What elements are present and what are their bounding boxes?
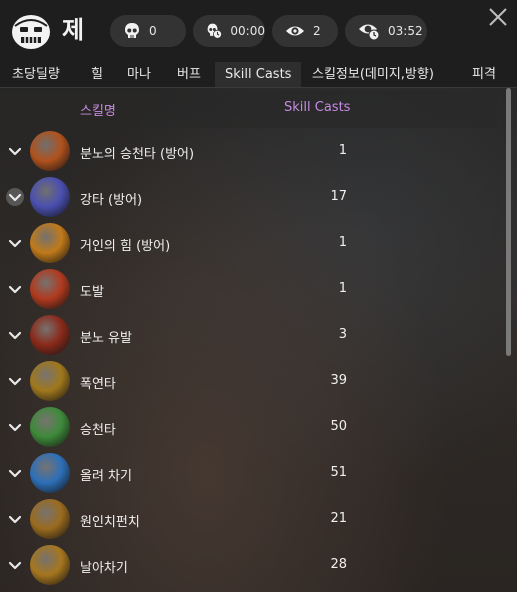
- skill-cast-count: 17: [330, 189, 347, 204]
- skill-icon: [30, 361, 70, 401]
- skill-row[interactable]: 폭연타 39: [0, 359, 497, 405]
- chevron-down-icon[interactable]: [6, 142, 24, 160]
- tab-heal[interactable]: 힐: [91, 62, 103, 87]
- skill-name: 거인의 힘 (방어): [80, 239, 171, 254]
- skill-row[interactable]: 도발 1: [0, 267, 497, 313]
- skill-cast-count: 28: [330, 557, 347, 572]
- tab-mana[interactable]: 마나: [127, 62, 151, 87]
- skill-name: 폭연타: [80, 377, 116, 392]
- skill-row[interactable]: 거인의 힘 (방어) 1: [0, 221, 497, 267]
- death-count-pill: 0: [110, 15, 186, 47]
- skill-icon: [30, 545, 70, 585]
- skill-row[interactable]: 분노의 승천타 (방어) 1: [0, 129, 497, 175]
- chevron-down-icon[interactable]: [6, 556, 24, 574]
- eye-clock-icon: [359, 24, 380, 41]
- death-time: 00:00: [230, 24, 265, 38]
- skill-name: 도발: [80, 285, 104, 300]
- skill-icon: [30, 499, 70, 539]
- skull-clock-icon: [207, 23, 222, 39]
- skill-icon: [30, 131, 70, 171]
- skill-icon: [30, 269, 70, 309]
- skill-row[interactable]: 분노 유발 3: [0, 313, 497, 359]
- mask-icon[interactable]: [10, 10, 52, 52]
- tab-bar: 초당딜량 힐 마나 버프 Skill Casts 스킬정보(데미지,방향) 피격: [0, 62, 517, 88]
- view-count: 2: [313, 24, 321, 38]
- chevron-down-icon[interactable]: [6, 510, 24, 528]
- skill-row[interactable]: 강타 (방어) 17: [0, 175, 497, 221]
- tab-skill-info[interactable]: 스킬정보(데미지,방향): [312, 62, 434, 87]
- death-count: 0: [149, 24, 157, 38]
- skull-icon: [125, 23, 139, 38]
- skill-cast-count: 39: [330, 373, 347, 388]
- eye-icon: [286, 26, 304, 36]
- skill-cast-count: 21: [330, 511, 347, 526]
- chevron-down-icon[interactable]: [6, 234, 24, 252]
- scrollbar-thumb[interactable]: [506, 88, 511, 356]
- skill-name: 날아차기: [80, 561, 128, 576]
- death-time-pill: 00:00: [193, 15, 265, 47]
- header-bar: 제 0 00:00 2 03:52: [0, 0, 517, 62]
- skill-cast-count: 1: [338, 143, 347, 158]
- close-icon[interactable]: [487, 6, 509, 28]
- chevron-down-icon[interactable]: [6, 464, 24, 482]
- skill-icon: [30, 177, 70, 217]
- column-header-skill-casts[interactable]: Skill Casts: [284, 100, 350, 115]
- chevron-down-icon[interactable]: [6, 372, 24, 390]
- skill-cast-count: 3: [338, 327, 347, 342]
- table-header: 스킬명 Skill Casts: [0, 90, 497, 128]
- skill-name: 올려 차기: [80, 469, 132, 484]
- skill-row[interactable]: 원인치펀치 21: [0, 497, 497, 543]
- view-time: 03:52: [388, 24, 423, 38]
- tab-buff[interactable]: 버프: [177, 62, 201, 87]
- skill-row[interactable]: 날아차기 28: [0, 543, 497, 589]
- skill-cast-count: 1: [338, 281, 347, 296]
- view-count-pill: 2: [272, 15, 338, 47]
- skill-name: 분노의 승천타 (방어): [80, 147, 195, 162]
- skill-icon: [30, 223, 70, 263]
- skill-name: 원인치펀치: [80, 515, 140, 530]
- scrollbar[interactable]: [503, 88, 513, 592]
- skill-name: 강타 (방어): [80, 193, 143, 208]
- tab-dps[interactable]: 초당딜량: [12, 62, 60, 87]
- tab-hits-taken[interactable]: 피격: [472, 62, 496, 87]
- skill-icon: [30, 315, 70, 355]
- skill-row[interactable]: 올려 차기 51: [0, 451, 497, 497]
- skill-name: 승천타: [80, 423, 116, 438]
- skill-cast-count: 50: [330, 419, 347, 434]
- view-time-pill: 03:52: [345, 15, 427, 47]
- skill-row[interactable]: 승천타 50: [0, 405, 497, 451]
- chevron-down-icon[interactable]: [6, 280, 24, 298]
- tab-skill-casts[interactable]: Skill Casts: [215, 62, 302, 87]
- skill-name: 분노 유발: [80, 331, 132, 346]
- skill-icon: [30, 407, 70, 447]
- chevron-down-icon[interactable]: [6, 188, 24, 206]
- column-header-skill-name[interactable]: 스킬명: [80, 100, 116, 119]
- character-name: 제: [62, 16, 85, 44]
- skill-icon: [30, 453, 70, 493]
- skill-cast-count: 1: [338, 235, 347, 250]
- meter-window: 제 0 00:00 2 03:52 초당딜량 힐 마나 버프 Skill Cas…: [0, 0, 517, 592]
- skill-cast-count: 51: [330, 465, 347, 480]
- chevron-down-icon[interactable]: [6, 418, 24, 436]
- chevron-down-icon[interactable]: [6, 326, 24, 344]
